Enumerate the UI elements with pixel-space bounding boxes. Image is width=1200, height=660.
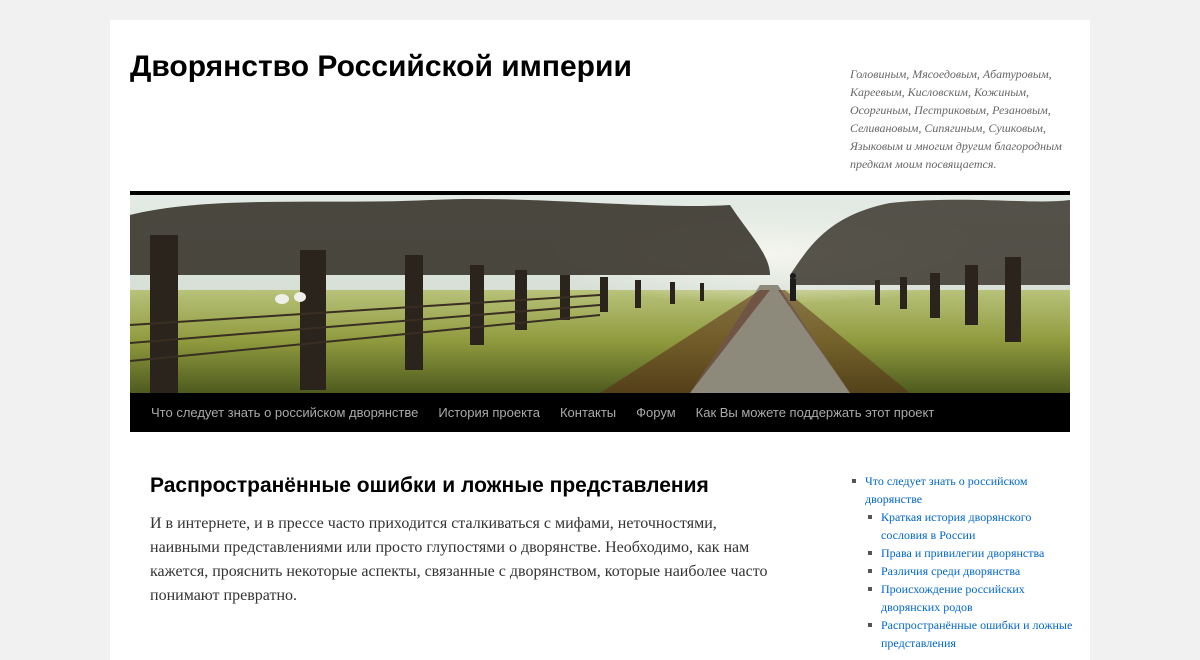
nav-link-contacts[interactable]: Контакты (550, 405, 626, 420)
nav-item-forum: Форум (626, 405, 686, 420)
site-description: Головиным, Мясоедовым, Абатуровым, Карее… (850, 67, 1062, 171)
sidebar-subitem: Распространённые ошибки и ложные предста… (865, 616, 1075, 652)
nav-link-forum[interactable]: Форум (626, 405, 686, 420)
sidebar-item-about-nobility: Что следует знать о российском дворянств… (850, 472, 1075, 652)
nav-item-contacts: Контакты (550, 405, 626, 420)
main-navigation: Что следует знать о российском дворянств… (130, 393, 1070, 432)
sidebar-link-differences[interactable]: Различия среди дворянства (881, 564, 1020, 578)
nav-item-history: История проекта (428, 405, 550, 420)
sidebar-subitem: Различия среди дворянства (865, 562, 1075, 580)
header-banner-image (130, 195, 1070, 393)
sidebar-link-origins[interactable]: Происхождение российских дворянских родо… (881, 582, 1025, 614)
sidebar-subitem: Происхождение российских дворянских родо… (865, 580, 1075, 616)
page-wrapper: Дворянство Российской империи Головиным,… (110, 20, 1090, 660)
article-text: И в интернете, и в прессе часто приходит… (150, 515, 768, 604)
nav-link-about-nobility[interactable]: Что следует знать о российском дворянств… (141, 405, 428, 420)
sidebar-link-brief-history[interactable]: Краткая история дворянского сословия в Р… (881, 510, 1031, 542)
nav-item-about-nobility: Что следует знать о российском дворянств… (141, 405, 428, 420)
sidebar-subitem: Краткая история дворянского сословия в Р… (865, 508, 1075, 544)
nav-item-support: Как Вы можете поддержать этот проект (686, 405, 945, 420)
sidebar-subitem: Права и привилегии дворянства (865, 544, 1075, 562)
nav-link-history[interactable]: История проекта (428, 405, 550, 420)
sidebar-link-common-mistakes[interactable]: Распространённые ошибки и ложные предста… (881, 618, 1072, 650)
site-title[interactable]: Дворянство Российской империи (130, 50, 632, 84)
sidebar-menu: Что следует знать о российском дворянств… (850, 472, 1075, 652)
nav-link-support[interactable]: Как Вы можете поддержать этот проект (686, 405, 945, 420)
sidebar-link-rights-privileges[interactable]: Права и привилегии дворянства (881, 546, 1044, 560)
sidebar-link-about-nobility[interactable]: Что следует знать о российском дворянств… (865, 474, 1028, 506)
article-title: Распространённые ошибки и ложные предста… (150, 474, 709, 497)
article-content: Распространённые ошибки и ложные предста… (150, 472, 790, 608)
